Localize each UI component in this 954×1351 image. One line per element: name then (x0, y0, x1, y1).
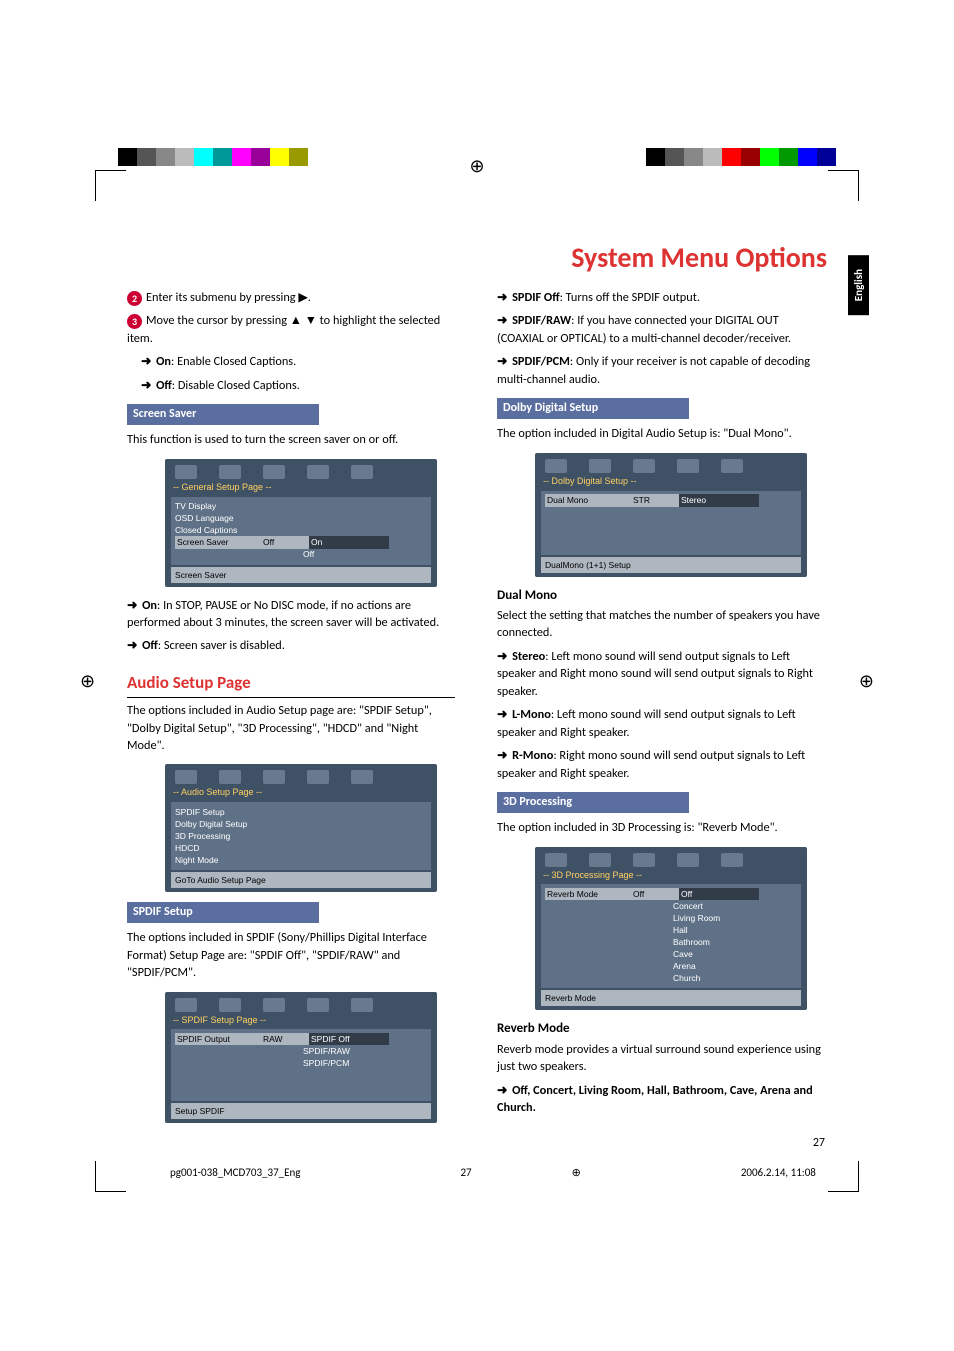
ss-off-line: ➜ Off: Screen saver is disabled. (127, 637, 455, 654)
registration-mark-top: ⊕ (469, 155, 484, 177)
reverb-options-line: ➜ Off, Concert, Living Room, Hall, Bathr… (497, 1082, 825, 1117)
left-column: 2Enter its submenu by pressing ▶. 3Move … (127, 289, 455, 1152)
osd-option: Off (175, 549, 427, 561)
osd-option: Arena (545, 960, 797, 972)
osd-footer: Reverb Mode (541, 990, 801, 1006)
step-number-3-icon: 3 (127, 314, 142, 329)
osd-title: -- Audio Setup Page -- (173, 786, 431, 799)
step-3: 3Move the cursor by pressing ▲ ▼ to high… (127, 312, 455, 347)
audio-setup-body: The options included in Audio Setup page… (127, 702, 455, 754)
reverb-body: Reverb mode provides a virtual surround … (497, 1041, 825, 1076)
footer-doc-id: pg001-038_MCD703_37_Eng (170, 1166, 300, 1179)
off-line: ➜ Off: Disable Closed Captions. (127, 377, 455, 394)
osd-option: Bathroom (545, 936, 797, 948)
right-column: ➜ SPDIF Off: Turns off the SPDIF output.… (497, 289, 825, 1152)
osd-title: -- Dolby Digital Setup -- (543, 475, 801, 488)
osd-icon-row (171, 465, 431, 481)
screen-saver-body: This function is used to turn the screen… (127, 431, 455, 448)
osd-footer: DualMono (1+1) Setup (541, 557, 801, 573)
color-bar-left (118, 148, 308, 166)
registration-mark-bottom: ⊕ (572, 1166, 581, 1179)
osd-title: -- 3D Processing Page -- (543, 869, 801, 882)
ss-on-line: ➜ On: In STOP, PAUSE or No DISC mode, if… (127, 597, 455, 632)
osd-icon-row (171, 770, 431, 786)
crop-mark (828, 170, 859, 201)
spdif-raw-line: ➜ SPDIF/RAW: If you have connected your … (497, 312, 825, 347)
osd-dolby-setup: -- Dolby Digital Setup -- Dual Mono STR … (535, 453, 807, 577)
registration-mark-left: ⊕ (80, 670, 95, 692)
osd-option: Living Room (545, 912, 797, 924)
audio-setup-heading: Audio Setup Page (127, 671, 455, 698)
3d-processing-heading: 3D Processing (497, 792, 689, 813)
dual-mono-heading: Dual Mono (497, 587, 825, 605)
footer-timestamp: 2006.2.14, 11:08 (741, 1166, 816, 1179)
osd-title: -- General Setup Page -- (173, 481, 431, 494)
screen-saver-heading: Screen Saver (127, 404, 319, 425)
osd-title: -- SPDIF Setup Page -- (173, 1014, 431, 1027)
printer-marks-bottom: pg001-038_MCD703_37_Eng 27 ⊕ 2006.2.14, … (0, 1162, 954, 1222)
osd-option: Concert (545, 900, 797, 912)
page-content: System Menu Options English 2Enter its s… (127, 180, 827, 1162)
osd-audio-setup: -- Audio Setup Page -- SPDIF Setup Dolby… (165, 764, 437, 892)
reverb-heading: Reverb Mode (497, 1020, 825, 1038)
3d-processing-body: The option included in 3D Processing is:… (497, 819, 825, 836)
osd-item: HDCD (175, 842, 427, 854)
crop-mark (95, 170, 126, 201)
page-number: 27 (497, 1135, 825, 1152)
osd-footer: Setup SPDIF (171, 1103, 431, 1119)
osd-item-selected: Reverb Mode Off Off (545, 888, 797, 900)
spdif-setup-body: The options included in SPDIF (Sony/Phil… (127, 929, 455, 981)
spdif-off-line: ➜ SPDIF Off: Turns off the SPDIF output. (497, 289, 825, 306)
footer-info: pg001-038_MCD703_37_Eng 27 ⊕ 2006.2.14, … (0, 1162, 954, 1179)
osd-icon-row (541, 459, 801, 475)
osd-option: SPDIF/PCM (175, 1057, 427, 1069)
step-number-2-icon: 2 (127, 291, 142, 306)
crop-mark (95, 1161, 126, 1192)
osd-item: SPDIF Setup (175, 806, 427, 818)
osd-icon-row (541, 853, 801, 869)
osd-item: Dolby Digital Setup (175, 818, 427, 830)
dolby-body: The option included in Digital Audio Set… (497, 425, 825, 442)
step-2: 2Enter its submenu by pressing ▶. (127, 289, 455, 306)
osd-item: Night Mode (175, 854, 427, 866)
osd-item-selected: Screen Saver Off On (175, 537, 427, 549)
osd-item: Closed Captions (175, 525, 427, 537)
osd-footer: Screen Saver (171, 567, 431, 583)
osd-3d-processing: -- 3D Processing Page -- Reverb Mode Off… (535, 847, 807, 1011)
dolby-heading: Dolby Digital Setup (497, 398, 689, 419)
footer-page: 27 (460, 1166, 471, 1179)
page-title: System Menu Options (127, 240, 827, 275)
osd-option: Cave (545, 948, 797, 960)
spdif-pcm-line: ➜ SPDIF/PCM: Only if your receiver is no… (497, 353, 825, 388)
osd-option: Hall (545, 924, 797, 936)
osd-option: SPDIF/RAW (175, 1045, 427, 1057)
osd-option: Church (545, 972, 797, 984)
dual-mono-body: Select the setting that matches the numb… (497, 607, 825, 642)
rmono-line: ➜ R-Mono: Right mono sound will send out… (497, 747, 825, 782)
stereo-line: ➜ Stereo: Left mono sound will send outp… (497, 648, 825, 700)
color-bar-right (646, 148, 836, 166)
spdif-setup-heading: SPDIF Setup (127, 902, 319, 923)
osd-spdif-setup: -- SPDIF Setup Page -- SPDIF Output RAW … (165, 992, 437, 1124)
osd-item-selected: Dual Mono STR Stereo (545, 495, 797, 507)
osd-footer: GoTo Audio Setup Page (171, 872, 431, 888)
osd-item: 3D Processing (175, 830, 427, 842)
osd-item: OSD Language (175, 513, 427, 525)
lmono-line: ➜ L-Mono: Left mono sound will send outp… (497, 706, 825, 741)
osd-icon-row (171, 998, 431, 1014)
osd-item: TV Display (175, 501, 427, 513)
on-line: ➜ On: Enable Closed Captions. (127, 353, 455, 370)
registration-mark-right: ⊕ (859, 670, 874, 692)
language-tab: English (848, 255, 869, 315)
osd-item-selected: SPDIF Output RAW SPDIF Off (175, 1033, 427, 1045)
osd-general-setup: -- General Setup Page -- TV Display OSD … (165, 459, 437, 587)
printer-marks-top: ⊕ (0, 0, 954, 180)
crop-mark (828, 1161, 859, 1192)
